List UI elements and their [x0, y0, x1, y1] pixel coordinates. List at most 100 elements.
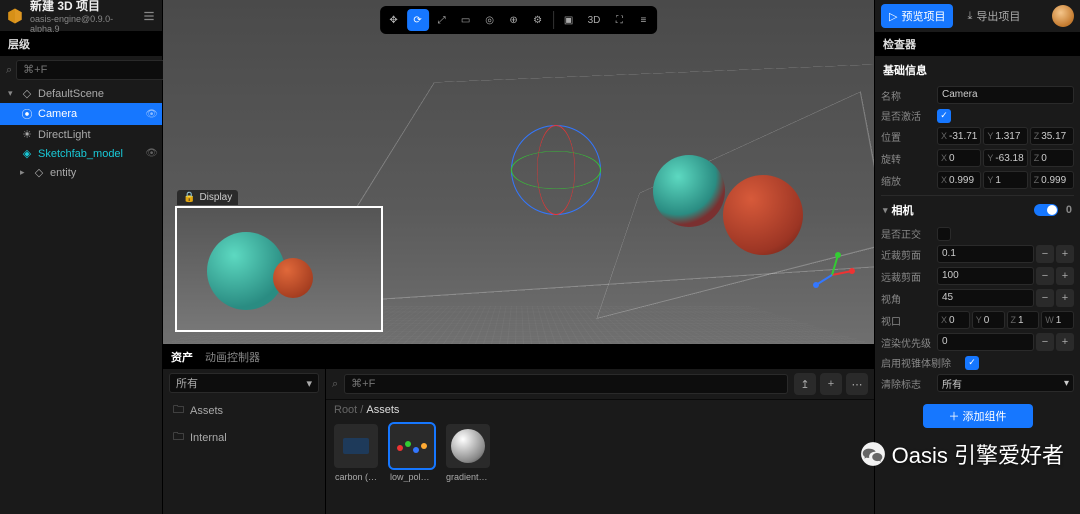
rotation-label: 旋转 [881, 151, 933, 166]
visibility-icon[interactable]: 👁 [145, 109, 158, 120]
asset-more-button[interactable]: ⋯ [846, 373, 868, 395]
rot-x-field[interactable]: X0 [937, 149, 981, 167]
dec-button[interactable]: − [1036, 267, 1054, 285]
scale-y-field[interactable]: Y1 [983, 171, 1027, 189]
project-title: 新建 3D 项目 [30, 0, 142, 14]
far-field[interactable]: 100 [937, 267, 1034, 285]
name-label: 名称 [881, 88, 933, 103]
tool-local[interactable]: ◎ [479, 9, 501, 31]
pos-z-field[interactable]: Z35.17 [1030, 127, 1074, 145]
tab-assets[interactable]: 资产 [171, 349, 193, 365]
asset-upload-button[interactable]: ↥ [794, 373, 816, 395]
ortho-label: 是否正交 [881, 226, 933, 241]
active-label: 是否激活 [881, 108, 933, 123]
chevron-down-icon: ▾ [8, 88, 20, 99]
tree-item-camera[interactable]: ⦿ Camera 👁 [0, 103, 162, 125]
folder-assets[interactable]: 🗀Assets [163, 397, 325, 424]
vp-x-field[interactable]: X0 [937, 311, 970, 329]
clear-label: 清除标志 [881, 376, 933, 391]
tool-camera[interactable]: ▣ [558, 9, 580, 31]
scale-label: 缩放 [881, 173, 933, 188]
tool-stats[interactable]: ≡ [632, 9, 654, 31]
camera-enabled-toggle[interactable] [1034, 204, 1058, 216]
priority-label: 渲染优先级 [881, 335, 933, 350]
near-field[interactable]: 0.1 [937, 245, 1034, 263]
preview-button[interactable]: ▷预览项目 [881, 4, 953, 28]
frustum-checkbox[interactable]: ✓ [965, 356, 979, 370]
camera-preview[interactable]: 🔒Display [175, 206, 383, 332]
rot-y-field[interactable]: Y-63.18 [983, 149, 1027, 167]
assets-search-input[interactable] [344, 374, 788, 394]
pos-x-field[interactable]: X-31.71 [937, 127, 981, 145]
viewport-3d[interactable]: ✥ ⟳ ⤢ ▭ ◎ ⊕ ⚙ ▣ 3D ⛶ ≡ � [163, 0, 874, 344]
dec-button[interactable]: − [1036, 289, 1054, 307]
scene-icon: ◇ [20, 87, 34, 100]
tool-fullscreen[interactable]: ⛶ [608, 9, 630, 31]
rot-z-field[interactable]: Z0 [1030, 149, 1074, 167]
clear-select[interactable]: 所有▾ [937, 374, 1074, 392]
far-label: 远裁剪面 [881, 269, 933, 284]
tool-3d-toggle[interactable]: 3D [582, 9, 607, 31]
asset-thumb[interactable]: low_poly… [390, 424, 434, 482]
section-basic: 基础信息 [881, 56, 1074, 84]
scale-z-field[interactable]: Z0.999 [1030, 171, 1074, 189]
chevron-down-icon: ▾ [1064, 378, 1069, 389]
vp-w-field[interactable]: W1 [1041, 311, 1074, 329]
asset-add-button[interactable]: + [820, 373, 842, 395]
dec-button[interactable]: − [1036, 245, 1054, 263]
scale-x-field[interactable]: X0.999 [937, 171, 981, 189]
folder-icon: 🗀 [173, 428, 184, 447]
light-icon: ☀ [20, 128, 34, 141]
fov-label: 视角 [881, 291, 933, 306]
tree-item-entity[interactable]: ▸ ◇ entity [0, 163, 162, 182]
inc-button[interactable]: + [1056, 333, 1074, 351]
tree-item-scene[interactable]: ▾ ◇ DefaultScene [0, 84, 162, 103]
inc-button[interactable]: + [1056, 267, 1074, 285]
visibility-icon[interactable]: 👁 [145, 148, 158, 159]
inc-button[interactable]: + [1056, 245, 1074, 263]
orientation-gizmo[interactable] [808, 251, 856, 299]
tool-move[interactable]: ✥ [383, 9, 405, 31]
user-avatar[interactable] [1052, 5, 1074, 27]
search-icon: ⌕ [332, 378, 338, 391]
section-camera[interactable]: ▾相机0 [881, 195, 1074, 224]
fov-field[interactable]: 45 [937, 289, 1034, 307]
name-field[interactable]: Camera [937, 86, 1074, 104]
chevron-down-icon: ▾ [306, 377, 312, 390]
folder-internal[interactable]: 🗀Internal [163, 424, 325, 451]
export-button[interactable]: ⤓导出项目 [959, 4, 1028, 28]
inspector-title: 检查器 [875, 32, 1080, 56]
tool-rect[interactable]: ▭ [455, 9, 477, 31]
pos-y-field[interactable]: Y1.317 [983, 127, 1027, 145]
hierarchy-search-input[interactable] [16, 60, 172, 80]
tree-label: DirectLight [38, 129, 91, 141]
vp-y-field[interactable]: Y0 [972, 311, 1005, 329]
scene-sphere-red[interactable] [723, 175, 803, 255]
tool-pivot[interactable]: ⊕ [503, 9, 525, 31]
inc-button[interactable]: + [1056, 289, 1074, 307]
download-icon: ⤓ [967, 10, 972, 23]
folder-icon: 🗀 [173, 401, 184, 420]
dec-button[interactable]: − [1036, 333, 1054, 351]
scene-sphere-teal[interactable] [653, 155, 725, 227]
add-component-button[interactable]: ＋ 添加组件 [923, 404, 1033, 428]
tool-snap[interactable]: ⚙ [527, 9, 549, 31]
tree-item-light[interactable]: ☀ DirectLight [0, 125, 162, 144]
hamburger-icon[interactable] [142, 9, 156, 23]
tab-animator[interactable]: 动画控制器 [205, 349, 260, 365]
asset-thumb[interactable]: gradient_… [446, 424, 490, 482]
ortho-checkbox[interactable]: ✓ [937, 227, 951, 241]
asset-thumb[interactable]: carbon (… [334, 424, 378, 482]
camera-icon: ⦿ [20, 106, 34, 122]
vp-z-field[interactable]: Z1 [1007, 311, 1040, 329]
tree-label: Sketchfab_model [38, 148, 123, 160]
model-icon: ◈ [20, 147, 34, 160]
tool-scale[interactable]: ⤢ [431, 9, 453, 31]
priority-field[interactable]: 0 [937, 333, 1034, 351]
tree-item-model[interactable]: ◈ Sketchfab_model 👁 [0, 144, 162, 163]
active-checkbox[interactable]: ✓ [937, 109, 951, 123]
viewport-rect-label: 视口 [881, 313, 933, 328]
asset-filter-select[interactable]: 所有▾ [169, 373, 319, 393]
engine-version: oasis-engine@0.9.0-alpha.9 [30, 14, 142, 34]
tool-rotate[interactable]: ⟳ [407, 9, 429, 31]
